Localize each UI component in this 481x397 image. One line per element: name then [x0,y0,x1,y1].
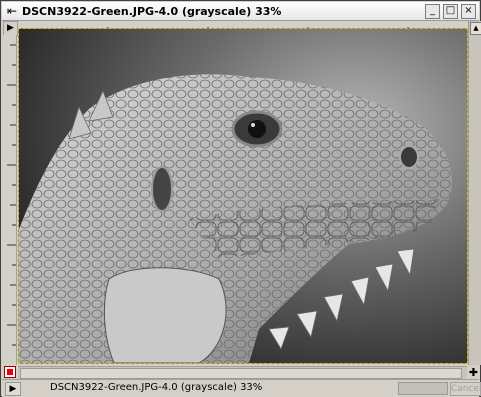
window-menu-icon[interactable]: ⇤ [5,4,19,18]
status-text: DSCN3922-Green.JPG-4.0 (grayscale) 33% [50,382,263,393]
vertical-ruler[interactable] [3,35,17,365]
cancel-button[interactable]: Cancel [450,382,481,396]
horizontal-scroll-thumb[interactable] [20,368,462,379]
minimize-button[interactable]: _ [425,3,440,19]
quickmask-toggle[interactable] [4,366,16,378]
progress-bar [398,382,448,395]
window-title: DSCN3922-Green.JPG-4.0 (grayscale) 33% [22,4,282,18]
scroll-up-button[interactable]: ▲ [470,22,481,35]
image-window: ⇤ DSCN3922-Green.JPG-4.0 (grayscale) 33%… [0,0,481,397]
vertical-scrollbar[interactable]: ▲ [468,21,481,365]
vertical-ruler-ticks [7,44,16,346]
status-menu-arrow[interactable]: ▶ [5,382,21,396]
maximize-button[interactable]: □ [443,3,458,19]
image-canvas[interactable] [18,28,468,364]
iguana-photo [19,29,467,363]
navigate-icon[interactable]: ✚ [467,366,480,379]
horizontal-scrollbar[interactable] [18,366,467,379]
title-bar[interactable]: ⇤ DSCN3922-Green.JPG-4.0 (grayscale) 33%… [2,2,479,21]
menu-arrow-button[interactable]: ▶ [3,21,18,36]
close-button[interactable]: × [461,3,476,19]
status-bar: ▶ DSCN3922-Green.JPG-4.0 (grayscale) 33%… [2,379,481,397]
